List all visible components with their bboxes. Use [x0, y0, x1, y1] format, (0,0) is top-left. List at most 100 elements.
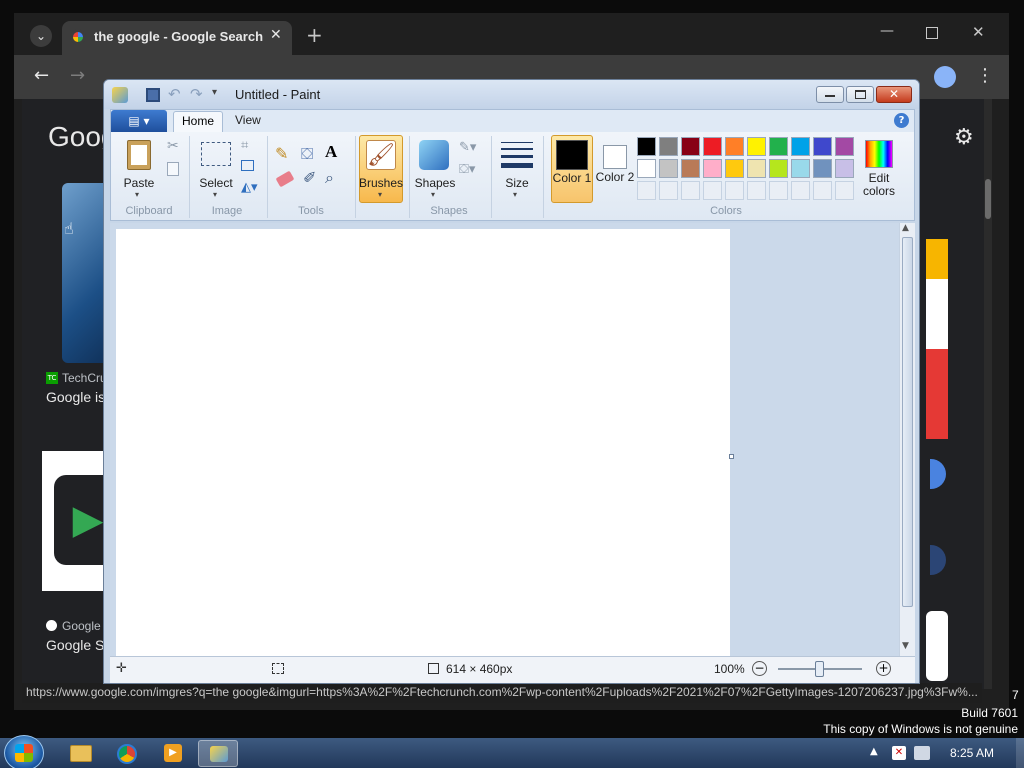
shapes-button[interactable]: Shapes ▾ [413, 136, 457, 202]
network-icon[interactable] [914, 746, 930, 760]
color1-button[interactable]: Color 1 [551, 135, 593, 203]
text-tool-icon[interactable]: A [325, 142, 337, 162]
result1-title[interactable]: Google is [46, 389, 105, 405]
help-icon[interactable]: ? [894, 113, 909, 128]
show-desktop-button[interactable] [1016, 738, 1024, 768]
paint-menu-button[interactable]: ▤ ▾ [111, 110, 167, 132]
palette-swatch[interactable] [813, 181, 832, 200]
cut-icon[interactable]: ✂ [167, 138, 179, 154]
palette-swatch[interactable] [681, 181, 700, 200]
copy-icon[interactable] [167, 162, 179, 176]
minimize-icon[interactable]: — [880, 23, 894, 39]
outline-icon[interactable]: ✎▾ [459, 140, 476, 155]
palette-swatch[interactable] [681, 159, 700, 178]
drawing-canvas[interactable] [116, 229, 730, 659]
canvas-resize-handle[interactable] [729, 454, 734, 459]
palette-swatch[interactable] [747, 181, 766, 200]
undo-icon[interactable]: ↶ [168, 85, 181, 103]
palette-swatch[interactable] [659, 137, 678, 156]
settings-gear-icon[interactable]: ⚙ [954, 125, 974, 150]
back-icon[interactable]: ← [34, 65, 49, 86]
forward-icon[interactable]: → [70, 65, 85, 86]
scroll-up-icon[interactable]: ▲ [902, 223, 909, 233]
size-button[interactable]: Size ▾ [497, 136, 537, 202]
close-icon[interactable]: ✕ [972, 23, 985, 41]
zoom-out-icon[interactable]: − [752, 661, 767, 676]
palette-swatch[interactable] [681, 137, 700, 156]
clock[interactable]: 8:25 AM [950, 746, 994, 760]
canvas-vertical-scrollbar[interactable]: ▲ ▼ [899, 223, 915, 656]
palette-swatch[interactable] [835, 137, 854, 156]
fill-bucket-icon[interactable]: ⛋ [301, 144, 313, 164]
palette-swatch[interactable] [791, 181, 810, 200]
brushes-button[interactable]: 🖌 Brushes ▾ [359, 135, 403, 203]
chrome-menu-icon[interactable]: ⋮ [976, 65, 994, 86]
palette-swatch[interactable] [725, 181, 744, 200]
palette-swatch[interactable] [703, 181, 722, 200]
redo-icon[interactable]: ↷ [190, 85, 203, 103]
right-thumb-a[interactable] [930, 459, 946, 489]
taskbar-media-player[interactable]: ▶ [152, 740, 192, 767]
action-center-flag-icon[interactable]: ✕ [892, 746, 906, 760]
fill-icon[interactable]: ⛋▾ [459, 162, 475, 177]
palette-swatch[interactable] [791, 159, 810, 178]
palette-swatch[interactable] [703, 159, 722, 178]
crop-icon[interactable]: ⌗ [241, 138, 248, 153]
rotate-icon[interactable]: ◭▾ [241, 180, 258, 195]
palette-swatch[interactable] [637, 181, 656, 200]
palette-swatch[interactable] [703, 137, 722, 156]
paint-close-button[interactable]: ✕ [876, 86, 912, 103]
palette-swatch[interactable] [769, 159, 788, 178]
palette-swatch[interactable] [813, 159, 832, 178]
pencil-icon[interactable]: ✎ [275, 144, 288, 163]
palette-swatch[interactable] [637, 137, 656, 156]
customize-quick-access-icon[interactable]: ▾ [212, 87, 217, 98]
scroll-down-icon[interactable]: ▼ [902, 641, 909, 651]
tab-close-icon[interactable]: ✕ [270, 27, 282, 43]
new-tab-button[interactable]: + [306, 23, 323, 47]
result2-title[interactable]: Google S [46, 637, 104, 653]
tab-home[interactable]: Home [173, 111, 223, 132]
paint-titlebar[interactable]: ↶ ↷ ▾ Untitled - Paint ✕ [104, 80, 919, 109]
resize-icon[interactable] [241, 160, 254, 171]
zoom-in-icon[interactable]: + [876, 661, 891, 676]
paint-maximize-button[interactable] [846, 86, 874, 103]
profile-icon[interactable] [934, 66, 956, 88]
eraser-icon[interactable] [275, 170, 295, 188]
palette-swatch[interactable] [769, 181, 788, 200]
paste-button[interactable]: Paste ▾ [119, 136, 163, 202]
right-thumb-c[interactable] [926, 611, 948, 681]
show-hidden-icons[interactable]: ▲ [870, 746, 878, 757]
palette-swatch[interactable] [747, 137, 766, 156]
tab-search-button[interactable]: ⌄ [30, 25, 52, 47]
color-picker-icon[interactable]: ✐ [303, 168, 316, 187]
palette-swatch[interactable] [813, 137, 832, 156]
select-button[interactable]: Select ▾ [195, 136, 235, 202]
maximize-icon[interactable] [926, 27, 938, 39]
zoom-slider-thumb[interactable] [815, 661, 824, 677]
taskbar-chrome[interactable] [106, 740, 146, 767]
color2-button[interactable]: Color 2 [595, 135, 635, 203]
edit-colors-button[interactable]: Edit colors [857, 136, 901, 202]
quick-save-icon[interactable] [146, 88, 160, 102]
right-result-image[interactable] [926, 239, 948, 439]
chrome-active-tab[interactable]: the google - Google Search ✕ [62, 21, 292, 55]
scroll-thumb[interactable] [902, 237, 913, 607]
palette-swatch[interactable] [747, 159, 766, 178]
page-scrollbar-thumb[interactable] [985, 179, 991, 219]
palette-swatch[interactable] [725, 159, 744, 178]
palette-swatch[interactable] [659, 159, 678, 178]
taskbar-explorer[interactable] [60, 740, 100, 767]
palette-swatch[interactable] [637, 159, 656, 178]
palette-swatch[interactable] [725, 137, 744, 156]
paint-minimize-button[interactable] [816, 86, 844, 103]
paint-app-icon[interactable] [112, 87, 128, 103]
magnifier-icon[interactable]: ⌕ [325, 168, 334, 188]
right-thumb-b[interactable] [930, 545, 946, 575]
palette-swatch[interactable] [835, 181, 854, 200]
palette-swatch[interactable] [659, 181, 678, 200]
tab-view[interactable]: View [235, 113, 261, 127]
palette-swatch[interactable] [835, 159, 854, 178]
taskbar-paint[interactable] [198, 740, 238, 767]
palette-swatch[interactable] [791, 137, 810, 156]
